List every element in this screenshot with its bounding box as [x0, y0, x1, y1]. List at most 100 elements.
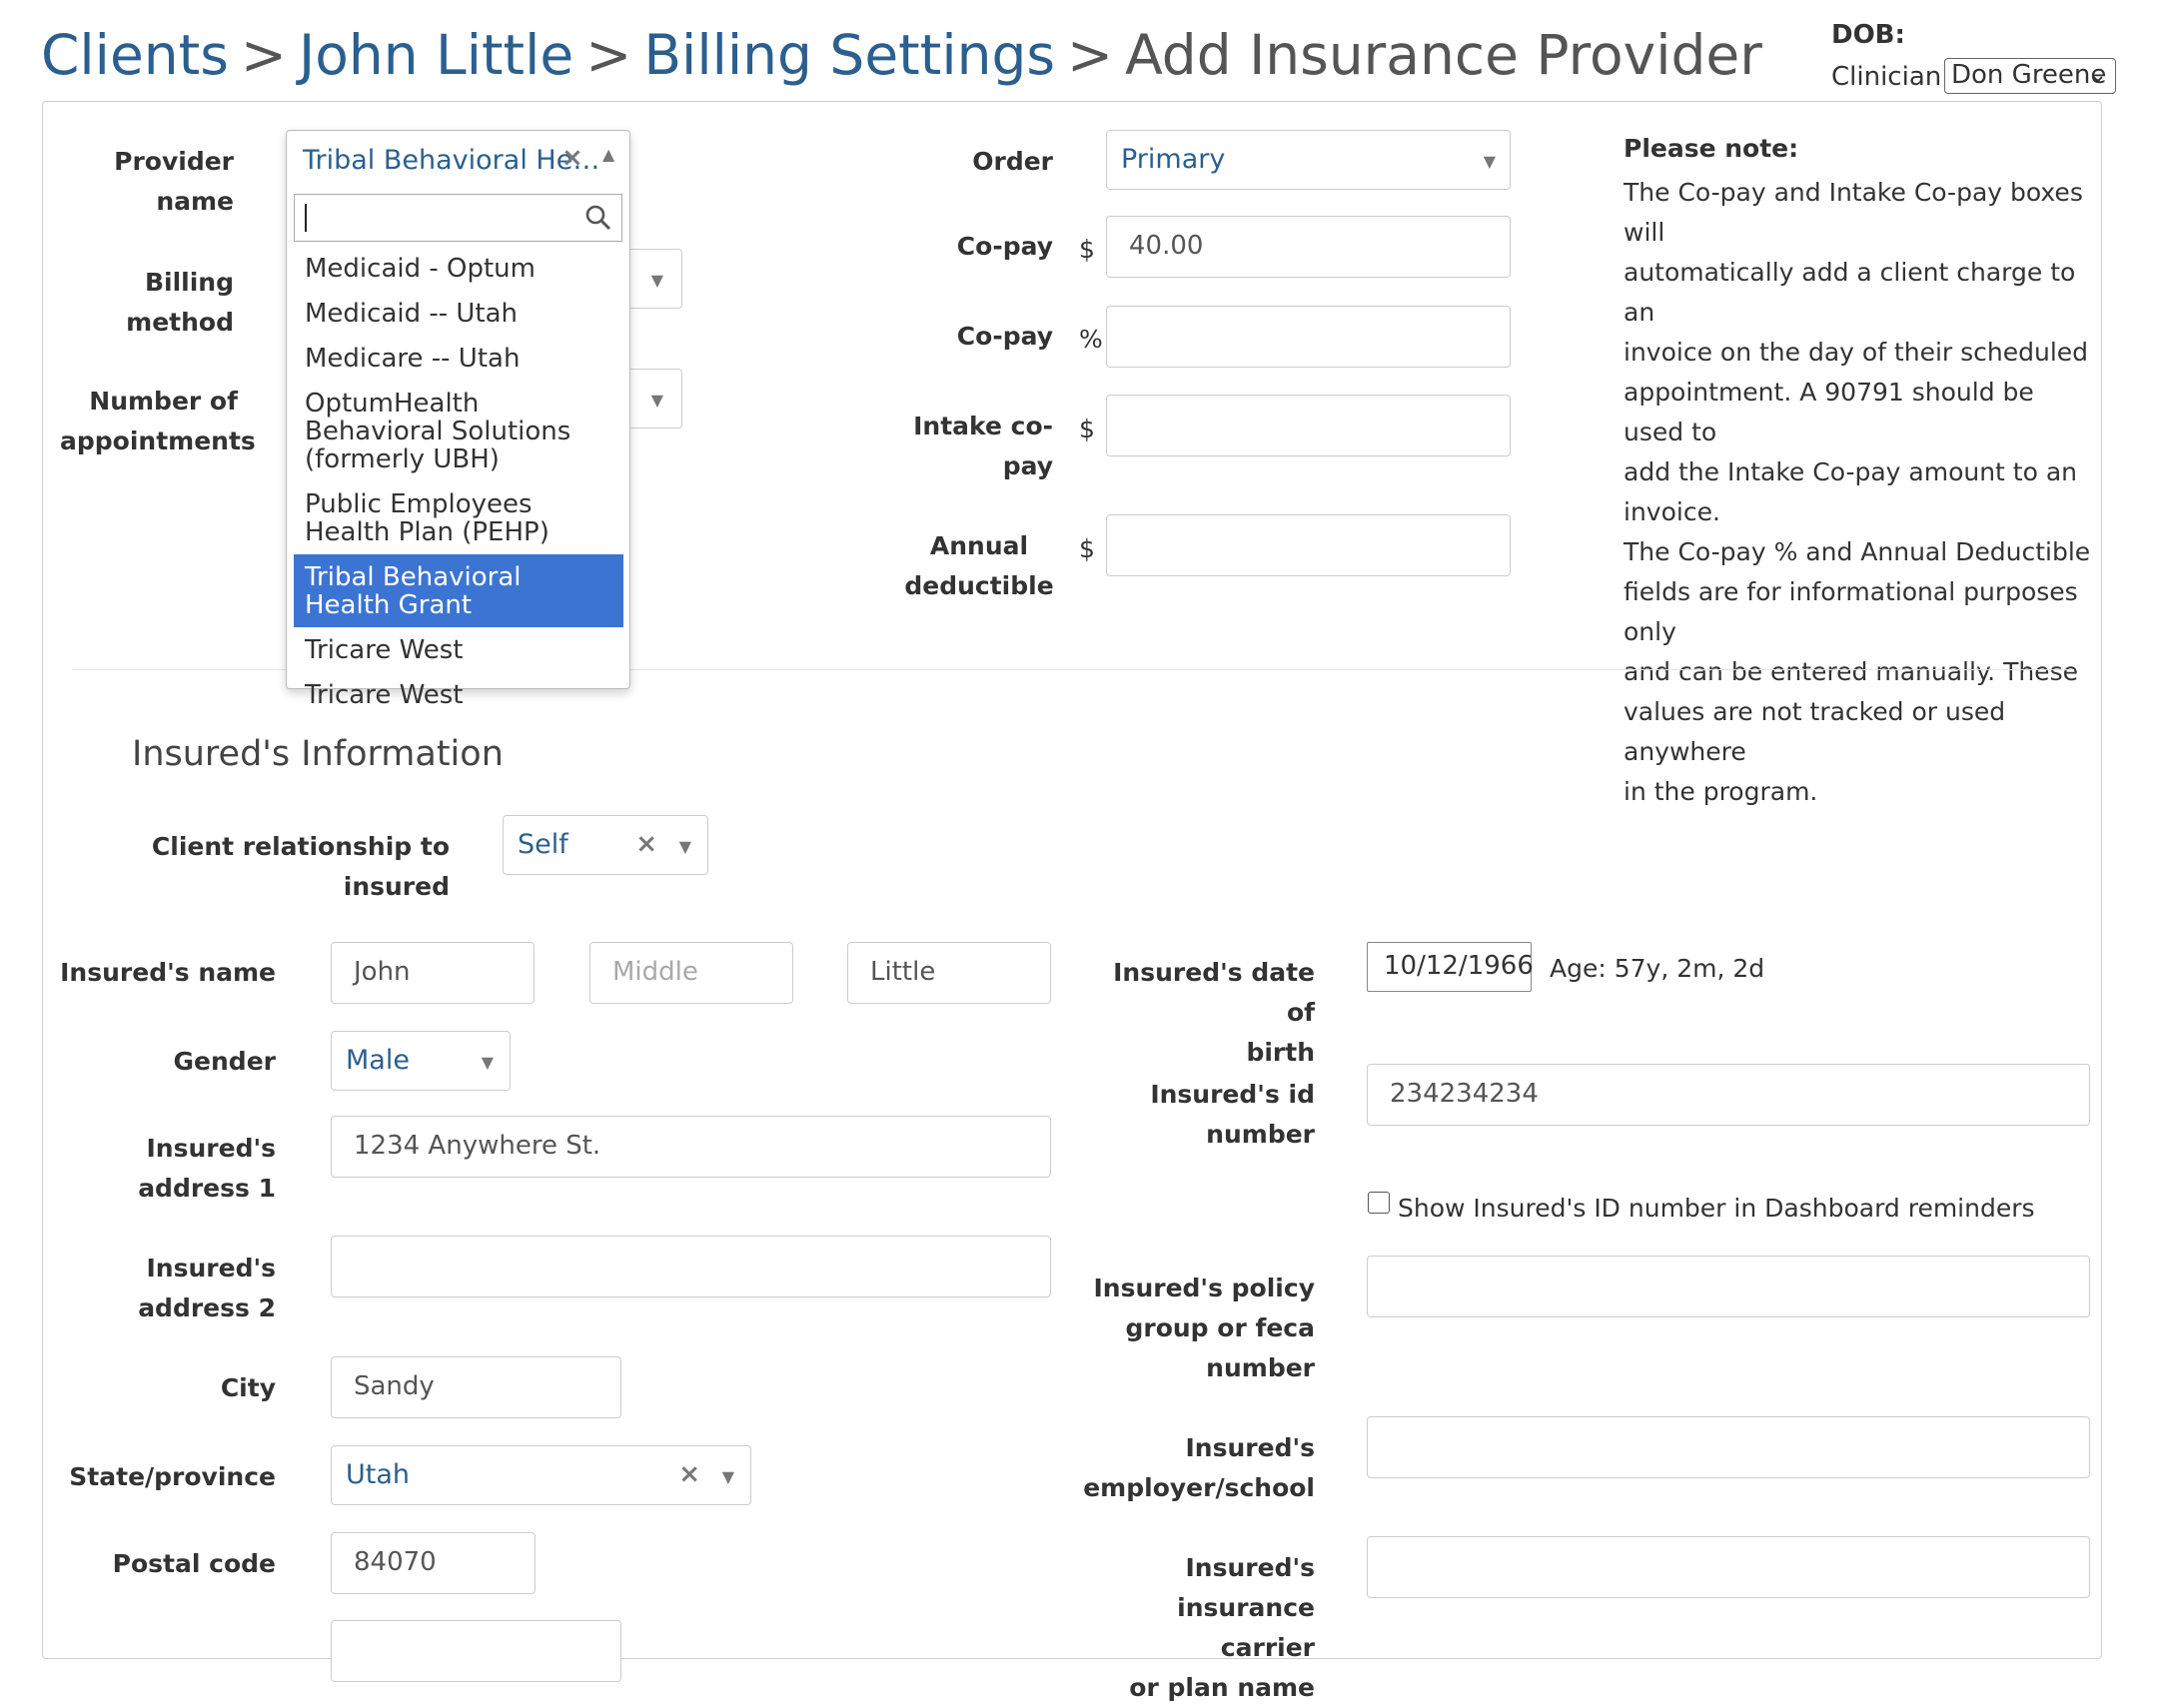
- insured-first-name-input[interactable]: John: [331, 942, 535, 1004]
- provider-option[interactable]: Medicaid - Optum: [294, 246, 623, 291]
- provider-name-dropdown[interactable]: Tribal Behavioral He… × ▲ Medicaid - Opt…: [286, 130, 630, 709]
- caret-down-icon: ▼: [650, 271, 663, 290]
- state-label: State/province: [69, 1462, 276, 1491]
- address1-input[interactable]: 1234 Anywhere St.: [331, 1116, 1051, 1178]
- note-line: add the Intake Co-pay amount to an: [1624, 457, 2078, 486]
- caret-down-icon: ▼: [721, 1467, 734, 1486]
- copay-percent-label: Co-pay: [956, 322, 1053, 351]
- caret-up-icon[interactable]: ▲: [602, 145, 614, 164]
- carrier-label: Insured's insurance carrier or plan name: [1129, 1553, 1315, 1702]
- note-line: invoice on the day of their scheduled: [1624, 338, 2089, 367]
- copay-label: Co-pay: [956, 232, 1053, 261]
- state-value: Utah: [346, 1459, 411, 1490]
- employer-label: Insured's employer/school: [1083, 1433, 1315, 1502]
- breadcrumb: Clients > John Little > Billing Settings > Add…: [41, 20, 1762, 90]
- breadcrumb-separator: >: [240, 23, 287, 87]
- note-line: values are not tracked or used anywhere: [1624, 697, 2006, 766]
- caret-down-icon: ▼: [678, 837, 691, 856]
- provider-option[interactable]: Tribal Behavioral Health Grant: [294, 554, 623, 627]
- insured-dob-input[interactable]: 10/12/1966: [1367, 942, 1534, 992]
- breadcrumb-client-link[interactable]: John Little: [299, 23, 573, 87]
- relationship-label: Client relationship to insured: [151, 832, 450, 901]
- breadcrumb-billing-link[interactable]: Billing Settings: [643, 23, 1055, 87]
- breadcrumb-clients-link[interactable]: Clients: [41, 23, 229, 87]
- note-line: and can be entered manually. These: [1624, 657, 2078, 686]
- copay-input[interactable]: 40.00: [1106, 216, 1511, 278]
- annual-deductible-input[interactable]: [1106, 514, 1511, 576]
- next-field-input[interactable]: [331, 1620, 621, 1682]
- insured-middle-name-input[interactable]: Middle: [589, 942, 793, 1004]
- intake-copay-input[interactable]: [1106, 395, 1511, 456]
- copay-dollar-prefix: $: [1079, 235, 1095, 264]
- caret-down-icon: ▼: [650, 391, 663, 410]
- clinician-label: Clinician:: [1831, 62, 1950, 92]
- gender-select[interactable]: Male ▼: [331, 1031, 511, 1091]
- policy-number-input[interactable]: [1367, 1256, 2090, 1317]
- billing-method-label: Billing method: [126, 268, 234, 337]
- order-label: Order: [972, 147, 1053, 176]
- employer-input[interactable]: [1367, 1416, 2090, 1478]
- intake-copay-prefix: $: [1079, 415, 1095, 443]
- annual-deductible-label: Annual deductible: [904, 531, 1054, 600]
- copay-percent-input[interactable]: [1106, 306, 1511, 368]
- note-title: Please note:: [1624, 134, 1799, 163]
- note-line: appointment. A 90791 should be used to: [1624, 378, 2034, 446]
- note-text: The Co-pay and Intake Co-pay boxes will a…: [1624, 173, 2093, 812]
- note-line: invoice.: [1624, 497, 1720, 526]
- search-icon: [585, 205, 611, 231]
- clear-icon[interactable]: ×: [678, 1446, 700, 1503]
- breadcrumb-separator: >: [585, 23, 632, 87]
- insured-id-input[interactable]: 234234234: [1367, 1064, 2090, 1126]
- carrier-input[interactable]: [1367, 1536, 2090, 1598]
- insured-dob-label: Insured's date of birth: [1113, 958, 1315, 1067]
- state-select[interactable]: Utah × ▼: [331, 1445, 751, 1505]
- insured-last-name-input[interactable]: Little: [847, 942, 1051, 1004]
- insured-name-label: Insured's name: [60, 958, 276, 987]
- postal-code-label: Postal code: [112, 1549, 276, 1578]
- provider-option[interactable]: Tricare West: [294, 627, 623, 672]
- note-line: automatically add a client charge to an: [1624, 258, 2076, 327]
- show-id-checkbox[interactable]: [1368, 1192, 1390, 1214]
- relationship-value: Self: [518, 829, 568, 860]
- annual-deductible-prefix: $: [1079, 534, 1095, 563]
- address2-label: Insured's address 2: [138, 1254, 276, 1322]
- clinician-select[interactable]: Don Greene ⌄: [1944, 58, 2116, 94]
- note-line: fields are for informational purposes on…: [1624, 577, 2078, 646]
- dob-label: DOB:: [1831, 20, 1905, 50]
- caret-down-icon: ▼: [481, 1053, 494, 1072]
- insured-id-label: Insured's id number: [1150, 1080, 1315, 1149]
- provider-option[interactable]: Medicaid -- Utah: [294, 291, 623, 336]
- gender-label: Gender: [173, 1047, 276, 1076]
- show-id-label[interactable]: Show Insured's ID number in Dashboard re…: [1398, 1194, 2035, 1223]
- note-line: The Co-pay % and Annual Deductible: [1624, 537, 2091, 566]
- provider-options-list: Medicaid - Optum Medicaid -- Utah Medicare…: [294, 246, 623, 717]
- breadcrumb-separator: >: [1067, 23, 1114, 87]
- relationship-select[interactable]: Self × ▼: [503, 815, 708, 875]
- address1-label: Insured's address 1: [138, 1134, 276, 1203]
- clear-icon[interactable]: ×: [561, 143, 583, 173]
- city-label: City: [220, 1373, 276, 1402]
- caret-down-icon: ▼: [1483, 152, 1496, 171]
- intake-copay-label: Intake co-pay: [913, 412, 1053, 480]
- provider-option[interactable]: OptumHealth Behavioral Solutions (former…: [294, 381, 623, 481]
- note-line: The Co-pay and Intake Co-pay boxes will: [1624, 178, 2083, 247]
- postal-code-input[interactable]: 84070: [331, 1532, 536, 1594]
- number-of-appointments-label: Number of appointments: [60, 387, 256, 455]
- provider-search-input[interactable]: [294, 194, 622, 242]
- chevron-down-icon: ⌄: [2088, 63, 2107, 88]
- gender-value: Male: [346, 1045, 410, 1076]
- copay-percent-prefix: %: [1079, 325, 1103, 354]
- clear-icon[interactable]: ×: [635, 816, 657, 873]
- order-select[interactable]: Primary ▼: [1106, 130, 1511, 190]
- order-value: Primary: [1121, 144, 1226, 175]
- provider-option[interactable]: Public Employees Health Plan (PEHP): [294, 481, 623, 554]
- city-input[interactable]: Sandy: [331, 1356, 621, 1418]
- provider-option[interactable]: Medicare -- Utah: [294, 336, 623, 381]
- insured-section-title: Insured's Information: [132, 734, 504, 774]
- note-line: in the program.: [1624, 777, 1818, 806]
- text-cursor: [305, 204, 307, 232]
- provider-option[interactable]: Tricare West: [294, 672, 623, 717]
- provider-name-label: Provider name: [114, 147, 234, 216]
- insured-age: Age: 57y, 2m, 2d: [1550, 954, 1765, 983]
- address2-input[interactable]: [331, 1236, 1051, 1297]
